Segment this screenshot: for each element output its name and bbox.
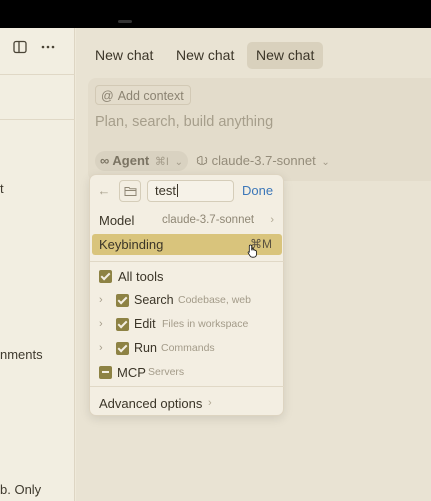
model-row[interactable]: Model claude-3.7-sonnet › [92,210,282,231]
tool-row-search[interactable]: › Search Codebase, web [92,290,282,311]
text-caret [176,184,178,197]
advanced-options-row[interactable]: Advanced options › [92,393,282,414]
chevron-right-icon: › [270,214,274,226]
tool-description: Servers [148,366,185,378]
chevron-right-icon[interactable]: › [99,314,103,335]
chevron-down-icon: ⌄ [321,157,330,168]
tool-row-edit[interactable]: › Edit Files in workspace [92,314,282,335]
tool-row-run[interactable]: › Run Commands [92,338,282,359]
model-label: claude-3.7-sonnet [211,153,316,168]
run-tool-checkbox[interactable] [116,342,129,355]
sidebar: t nments b. Only [0,28,75,501]
app-window: t nments b. Only New chat New chat New c… [0,28,431,501]
infinity-icon: ∞ [100,153,110,168]
all-tools-label: All tools [118,269,164,284]
chevron-down-icon: ⌄ [174,157,183,168]
sidebar-item-fragment[interactable]: nments [0,347,43,362]
at-sign-icon: @ [101,89,114,103]
search-tool-checkbox[interactable] [116,294,129,307]
add-context-label: Add context [117,89,184,103]
chevron-right-icon[interactable]: › [99,338,103,359]
agent-settings-popover: ← test Done Model claude-3.7-sonnet › Ke… [89,174,285,416]
sidebar-divider [0,119,75,120]
folder-button[interactable] [119,180,141,202]
prompt-input[interactable]: Plan, search, build anything [95,114,273,130]
agent-mode-shortcut: ⌘I [154,156,169,168]
chat-composer: @ Add context Plan, search, build anythin… [88,78,431,181]
more-options-icon[interactable] [37,38,59,60]
sidebar-item-fragment[interactable]: t [0,181,4,196]
tab-new-chat[interactable]: New chat [86,42,162,69]
hand-pointer-icon [247,244,259,258]
brain-icon [196,153,212,168]
advanced-options-label: Advanced options [99,396,203,411]
window-handle [118,20,132,23]
tab-new-chat-active[interactable]: New chat [247,42,324,69]
window-top-bar [0,0,431,28]
model-selector[interactable]: claude-3.7-sonnet ⌄ [196,151,330,171]
chevron-right-icon[interactable]: › [99,290,103,311]
all-tools-checkbox[interactable] [99,270,112,283]
all-tools-row[interactable]: All tools [92,266,282,287]
popover-divider [90,261,285,262]
done-button[interactable]: Done [242,180,273,202]
back-arrow-icon[interactable]: ← [96,183,112,199]
model-row-value: claude-3.7-sonnet [162,214,255,226]
keybinding-row-label: Keybinding [99,237,164,252]
tool-name: Run [134,341,157,355]
popover-header: ← test Done [90,180,285,204]
agent-name-value: test [155,183,176,198]
agent-mode-label: Agent [112,153,150,168]
folder-icon [124,187,137,196]
tool-name: Search [134,293,174,307]
model-row-label: Model [99,213,135,228]
tool-name: MCP [117,365,146,380]
agent-name-input[interactable]: test [147,180,234,202]
edit-tool-checkbox[interactable] [116,318,129,331]
chevron-right-icon: › [208,397,212,409]
sidebar-divider [0,74,75,75]
sidebar-item-fragment[interactable]: b. Only [0,482,41,497]
agent-mode-selector[interactable]: ∞ Agent ⌘I ⌄ [95,151,188,171]
tool-description: Codebase, web [178,294,251,306]
tab-new-chat[interactable]: New chat [167,42,243,69]
add-context-button[interactable]: @ Add context [95,85,191,105]
popover-divider [90,386,285,387]
sidebar-toolbar [0,38,75,64]
tool-name: Edit [134,317,156,331]
tool-row-mcp[interactable]: MCP Servers [92,362,282,383]
tool-description: Commands [161,342,215,354]
tool-description: Files in workspace [162,318,249,330]
mcp-tool-checkbox[interactable] [99,366,112,379]
sidebar-toggle-icon[interactable] [9,38,31,60]
